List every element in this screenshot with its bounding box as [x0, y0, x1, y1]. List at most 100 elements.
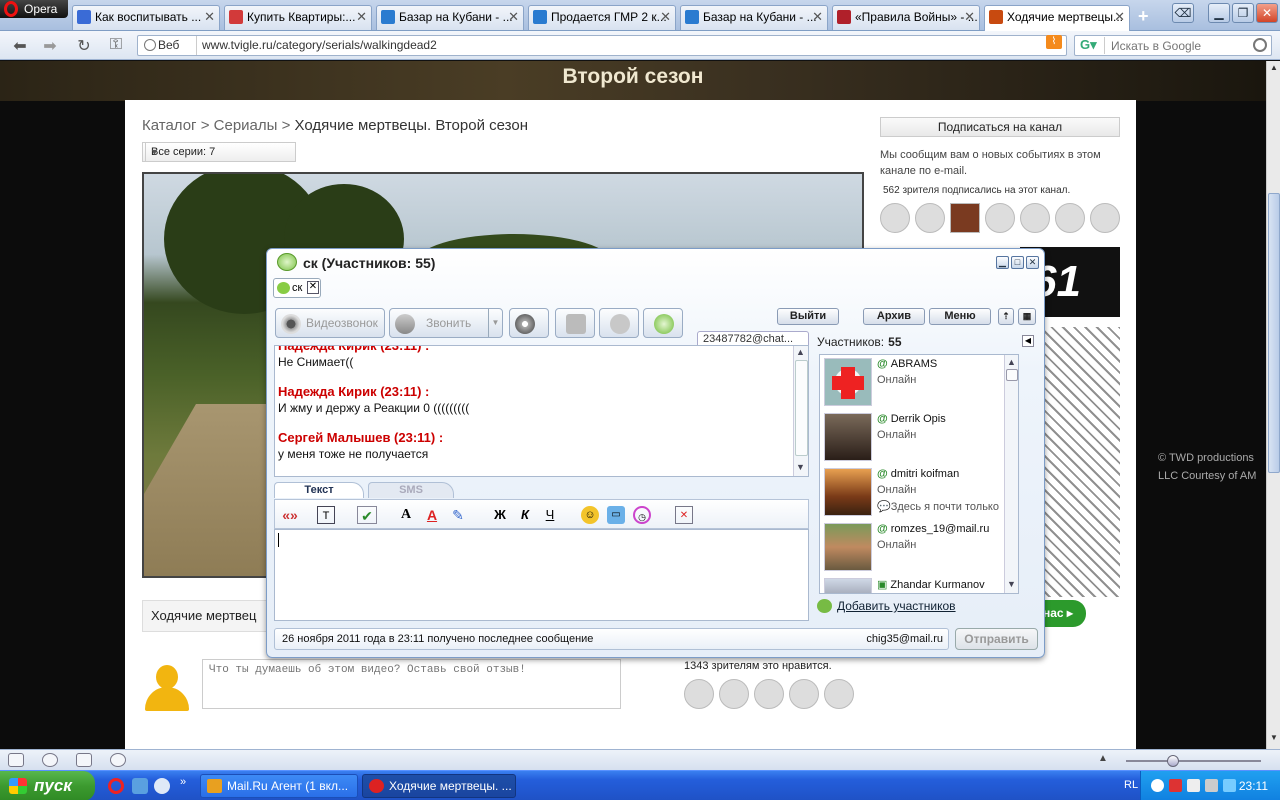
zoom-slider[interactable]: [1126, 760, 1261, 762]
smiley-icon[interactable]: ☺: [581, 506, 599, 524]
maximize-button[interactable]: ❐: [1232, 3, 1254, 23]
more-quicklaunch-icon[interactable]: »: [180, 776, 186, 788]
scroll-up-icon[interactable]: ▲: [796, 347, 805, 357]
browser-tab-2[interactable]: Купить Квартиры:... ✕: [224, 5, 372, 30]
new-chat-button[interactable]: [643, 308, 683, 338]
minimize-button[interactable]: ▁: [1208, 3, 1230, 23]
archive-button[interactable]: Архив: [863, 308, 925, 325]
viewer-avatar[interactable]: [824, 679, 854, 709]
subscriber-avatar[interactable]: [915, 203, 945, 233]
alarm-icon[interactable]: ◷: [633, 506, 651, 524]
forward-icon[interactable]: ➡: [40, 36, 60, 56]
member-item[interactable]: ▣ Zhandar Kurmanov: [820, 575, 1004, 593]
video-call-button[interactable]: Видеозвонок: [275, 308, 385, 338]
member-item[interactable]: @ romzes_19@mail.ru Онлайн: [820, 520, 1004, 575]
tab-text[interactable]: Текст: [274, 482, 364, 498]
spellcheck-icon[interactable]: ✔: [357, 506, 377, 524]
close-tab-icon[interactable]: ✕: [1114, 6, 1125, 28]
text-color-icon[interactable]: A: [423, 506, 441, 524]
chat-minimize-button[interactable]: ▁: [996, 256, 1009, 269]
breadcrumb-serials-link[interactable]: Сериалы: [214, 117, 278, 134]
key-icon[interactable]: ⚿: [106, 36, 126, 54]
subscriber-avatar[interactable]: [1055, 203, 1085, 233]
search-input[interactable]: [1111, 37, 1251, 54]
close-tab-icon[interactable]: ✕: [660, 6, 671, 28]
own-email[interactable]: chig35@mail.ru: [866, 629, 943, 649]
tab-sms[interactable]: SMS: [368, 482, 454, 498]
language-indicator[interactable]: RL: [1124, 779, 1138, 791]
comment-input[interactable]: [202, 659, 621, 709]
reload-icon[interactable]: ↻: [74, 36, 94, 56]
tv-icon[interactable]: ▭: [607, 506, 625, 524]
member-item[interactable]: @ Derrik Opis Онлайн: [820, 410, 1004, 465]
menu-button[interactable]: Меню: [929, 308, 991, 325]
turbo-arrow-icon[interactable]: ▲: [1098, 753, 1108, 764]
search-icon[interactable]: [1253, 38, 1267, 52]
google-icon[interactable]: G▾: [1077, 37, 1105, 54]
send-button[interactable]: Отправить: [955, 628, 1038, 650]
tray-settings-icon[interactable]: [1205, 779, 1218, 792]
browser-tab-4[interactable]: Продается ГМР 2 к... ✕: [528, 5, 676, 30]
save-button[interactable]: [555, 308, 595, 338]
page-scrollbar[interactable]: ▲ ▼: [1266, 61, 1280, 749]
viewer-avatar[interactable]: [789, 679, 819, 709]
subscriber-avatar[interactable]: [950, 203, 980, 233]
tray-home-icon[interactable]: [1169, 779, 1182, 792]
subscriber-avatar[interactable]: [880, 203, 910, 233]
browser-tab-3[interactable]: Базар на Кубани - ... ✕: [376, 5, 524, 30]
trash-icon[interactable]: ⌫: [1172, 3, 1194, 23]
bold-button[interactable]: Ж: [491, 506, 509, 524]
taskbar-opera-window[interactable]: Ходячие мертвецы. ...: [362, 774, 516, 798]
close-tab-icon[interactable]: ✕: [812, 6, 823, 28]
search-box[interactable]: G▾: [1074, 35, 1272, 56]
back-icon[interactable]: ⬅: [10, 36, 30, 56]
add-members-link[interactable]: Добавить участников: [817, 599, 956, 613]
translit-icon[interactable]: T: [317, 506, 335, 524]
address-field[interactable]: Веб www.tvigle.ru/category/serials/walki…: [137, 35, 1067, 56]
scroll-up-icon[interactable]: ▲: [1268, 63, 1280, 77]
subscribe-button[interactable]: Подписаться на канал: [880, 117, 1120, 137]
member-item[interactable]: @ ABRAMS Онлайн: [820, 355, 1004, 410]
subscriber-avatar[interactable]: [1020, 203, 1050, 233]
collapse-members-icon[interactable]: ◀: [1022, 335, 1034, 347]
close-tab-icon[interactable]: ✕: [356, 6, 367, 28]
start-button[interactable]: пуск: [0, 771, 95, 800]
speed-dial-icon[interactable]: [110, 753, 126, 767]
call-button[interactable]: Звонить ▼: [389, 308, 503, 338]
close-tab-icon[interactable]: ✕: [964, 6, 975, 28]
browser-tab-5[interactable]: Базар на Кубани - ... ✕: [680, 5, 828, 30]
network-icon[interactable]: [1223, 779, 1236, 792]
scroll-up-icon[interactable]: ▲: [1007, 357, 1016, 367]
media-quicklaunch-icon[interactable]: [154, 778, 170, 794]
cloud-icon[interactable]: [42, 753, 58, 767]
highlight-icon[interactable]: ✎: [449, 506, 467, 524]
chevron-down-icon[interactable]: ▼: [488, 309, 502, 337]
italic-button[interactable]: К: [516, 506, 534, 524]
member-item[interactable]: @ dmitri koifman Онлайн 💬Здесь я почти то…: [820, 465, 1004, 520]
volume-icon[interactable]: [1187, 779, 1200, 792]
exit-button[interactable]: Выйти: [777, 308, 839, 325]
scroll-thumb[interactable]: [1006, 369, 1018, 381]
series-dropdown[interactable]: Все серии: 7 ▼: [142, 142, 296, 162]
viewer-avatar[interactable]: [754, 679, 784, 709]
translate-button[interactable]: [509, 308, 549, 338]
close-window-button[interactable]: ✕: [1256, 3, 1278, 23]
quote-button[interactable]: «»: [279, 506, 301, 524]
scroll-down-icon[interactable]: ▼: [1007, 579, 1016, 589]
chat-close-button[interactable]: ✕: [1026, 256, 1039, 269]
share-icon[interactable]: [76, 753, 92, 767]
chat-tab[interactable]: ск ✕: [273, 278, 321, 298]
underline-button[interactable]: Ч: [541, 506, 559, 524]
browser-tab-active[interactable]: Ходячие мертвецы... ✕: [984, 5, 1130, 31]
panel-toggle-icon[interactable]: [8, 753, 24, 767]
close-tab-icon[interactable]: ✕: [204, 6, 215, 28]
browser-tab-6[interactable]: «Правила Войны» - ... ✕: [832, 5, 980, 30]
pin-icon[interactable]: ⇡: [998, 308, 1014, 325]
breadcrumb-catalog-link[interactable]: Каталог: [142, 117, 197, 134]
scroll-down-icon[interactable]: ▼: [796, 462, 805, 472]
members-scrollbar[interactable]: ▲ ▼: [1004, 355, 1018, 593]
scroll-thumb[interactable]: [1268, 193, 1280, 473]
contacts-button[interactable]: [599, 308, 639, 338]
tray-expand-icon[interactable]: [1151, 779, 1164, 792]
rss-icon[interactable]: ⌇: [1046, 35, 1062, 49]
